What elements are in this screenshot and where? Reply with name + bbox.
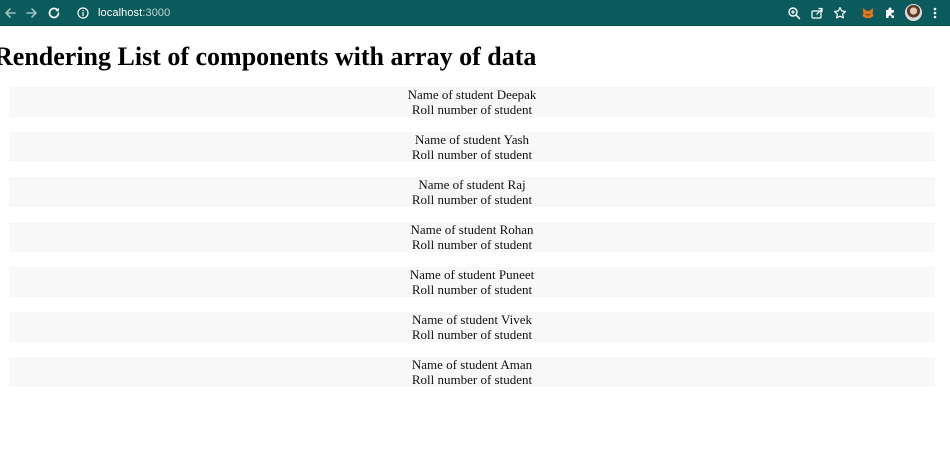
student-card: Name of student Aman Roll number of stud… [9, 357, 935, 387]
student-card: Name of student Rohan Roll number of stu… [9, 222, 935, 252]
back-arrow-icon[interactable] [0, 3, 20, 23]
url-host: localhost [98, 7, 143, 19]
browser-toolbar: localhost:3000 [0, 0, 950, 26]
student-card: Name of student Deepak Roll number of st… [9, 87, 935, 117]
student-roll-number: Roll number of student [411, 327, 533, 342]
student-roll-number: Roll number of student [411, 102, 533, 117]
page-content: Rendering List of components with array … [0, 26, 950, 475]
profile-avatar[interactable] [905, 4, 922, 21]
student-roll-number: Roll number of student [411, 237, 533, 252]
address-bar[interactable]: localhost:3000 [70, 3, 790, 23]
student-card: Name of student Puneet Roll number of st… [9, 267, 935, 297]
reload-icon[interactable] [44, 3, 64, 23]
student-roll-number: Roll number of student [411, 282, 533, 297]
student-card: Name of student Vivek Roll number of stu… [9, 312, 935, 342]
student-name: Name of student Rohan [410, 222, 534, 237]
student-roll-number: Roll number of student [411, 372, 533, 387]
student-name: Name of student Raj [418, 177, 526, 192]
student-roll-number: Roll number of student [411, 192, 533, 207]
url-port: :3000 [142, 7, 171, 19]
forward-arrow-icon[interactable] [22, 3, 42, 23]
student-list: Name of student Deepak Roll number of st… [9, 87, 935, 402]
student-name: Name of student Yash [414, 132, 530, 147]
more-menu-icon[interactable] [925, 3, 945, 23]
site-info-icon[interactable] [76, 6, 90, 20]
extensions-puzzle-icon[interactable] [880, 3, 900, 23]
page-title: Rendering List of components with array … [0, 42, 537, 71]
bookmark-star-icon[interactable] [830, 3, 850, 23]
student-roll-number: Roll number of student [411, 147, 533, 162]
url-text: localhost:3000 [98, 7, 170, 19]
share-icon[interactable] [807, 3, 827, 23]
student-name: Name of student Puneet [409, 267, 535, 282]
zoom-icon[interactable] [784, 3, 804, 23]
student-card: Name of student Yash Roll number of stud… [9, 132, 935, 162]
student-card: Name of student Raj Roll number of stude… [9, 177, 935, 207]
student-name: Name of student Vivek [412, 312, 532, 327]
student-name: Name of student Aman [411, 357, 533, 372]
student-name: Name of student Deepak [407, 87, 537, 102]
metamask-fox-extension-icon[interactable] [858, 3, 878, 23]
